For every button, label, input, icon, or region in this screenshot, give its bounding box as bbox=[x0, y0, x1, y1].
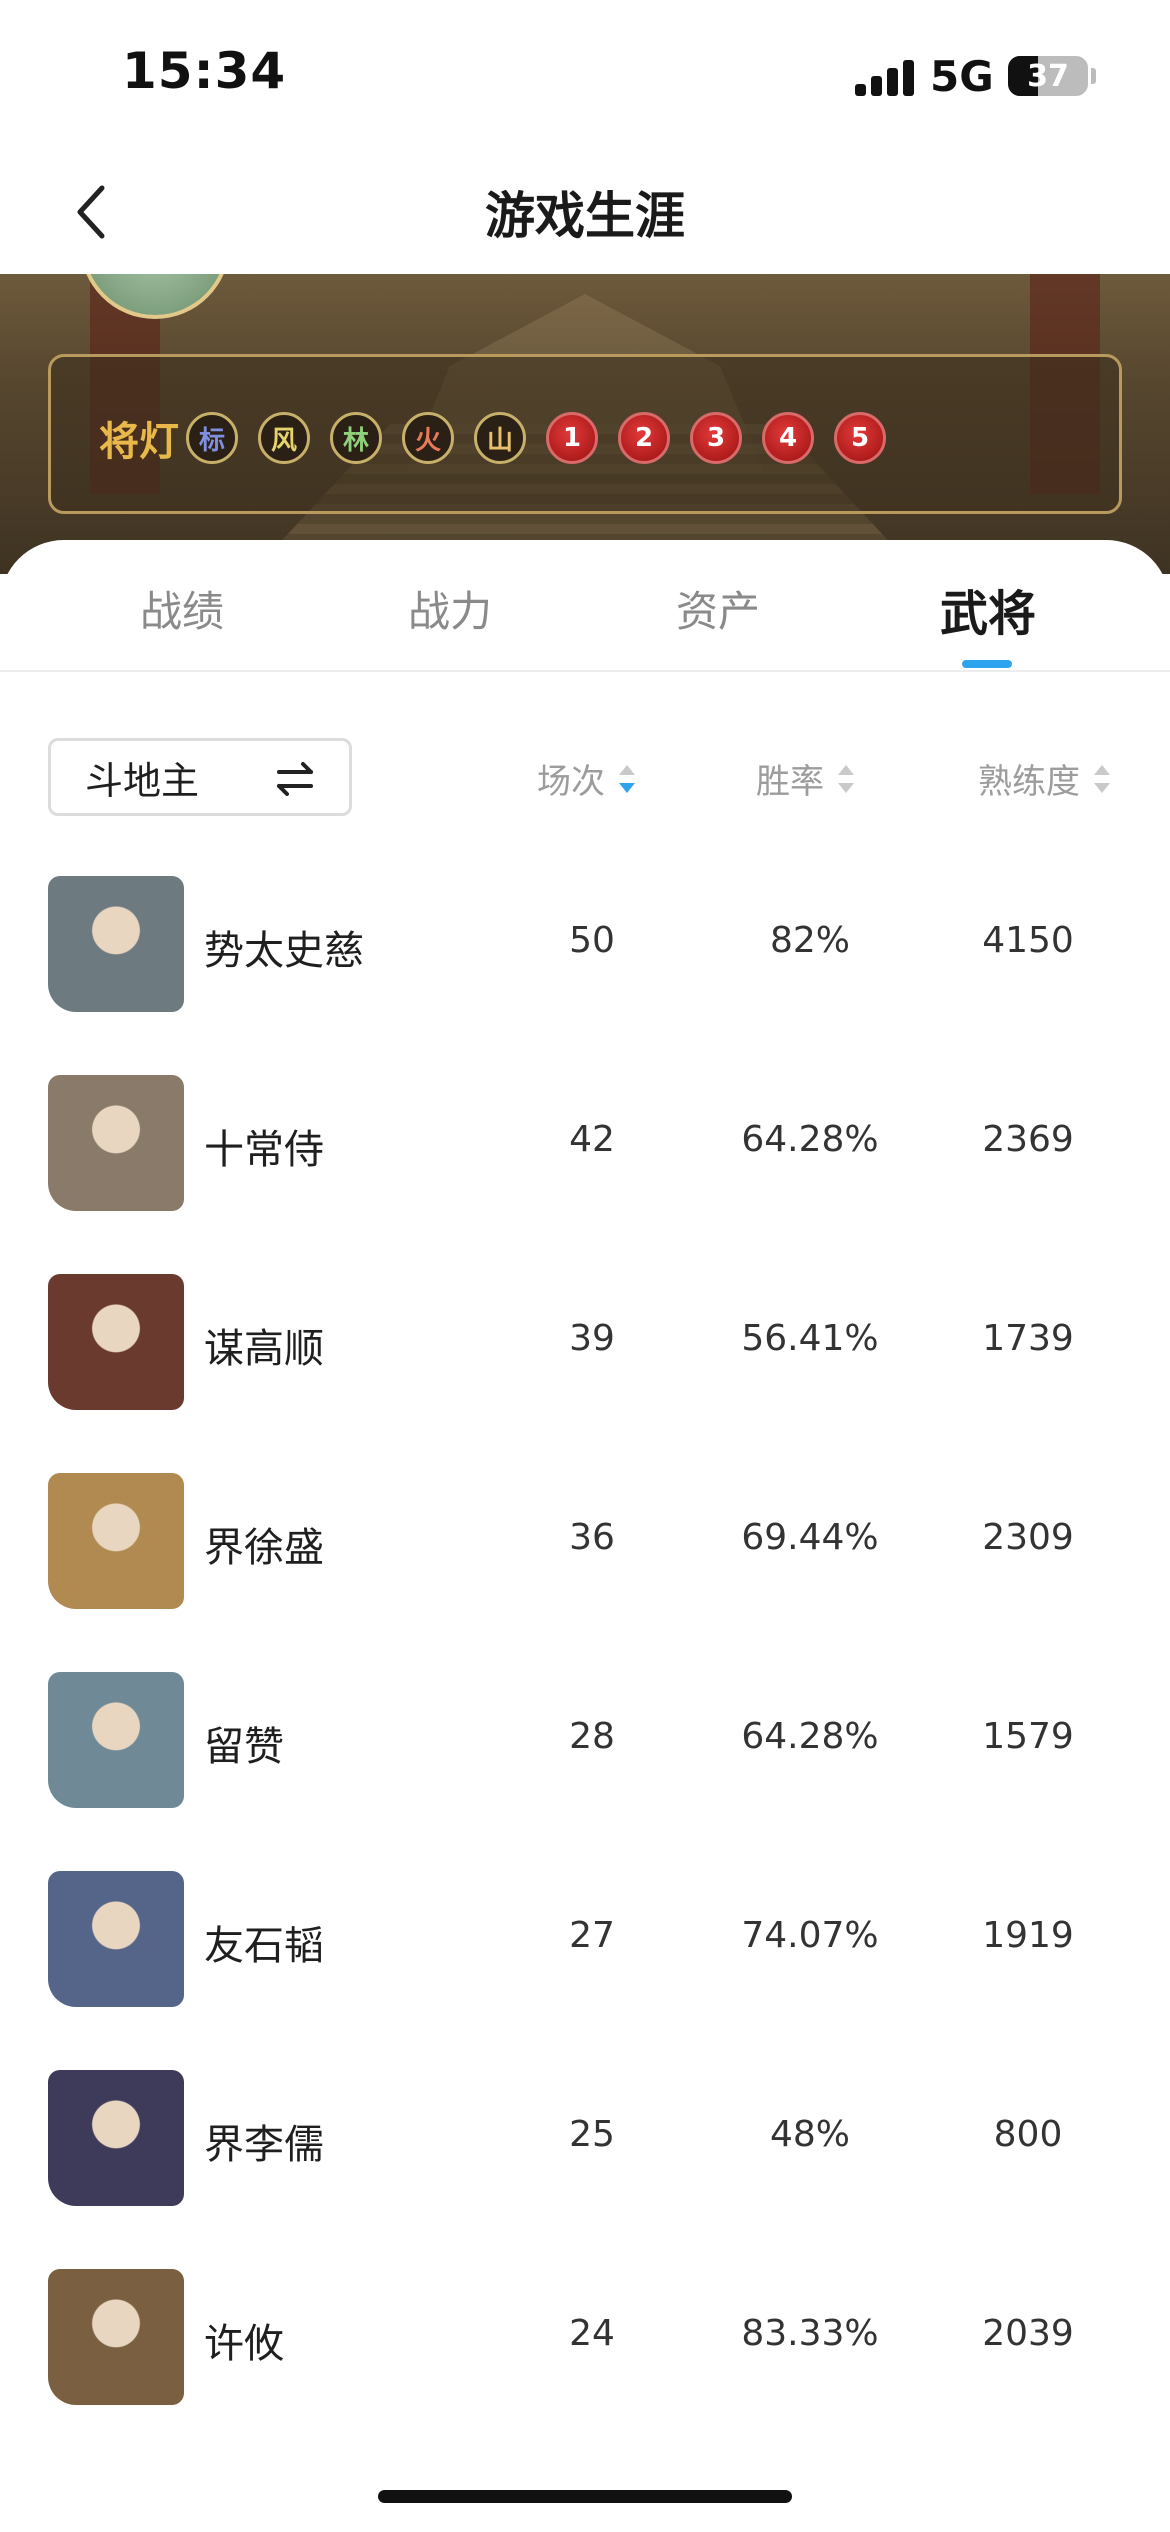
hero-row[interactable]: 界李儒 25 48% 800 bbox=[0, 2070, 1170, 2269]
mode-filter-label: 斗地主 bbox=[85, 758, 200, 803]
lamp-badge: 林 bbox=[330, 412, 382, 464]
hero-mastery: 1919 bbox=[982, 1915, 1074, 1956]
hero-name: 留赞 bbox=[204, 1724, 284, 1770]
hero-row[interactable]: 十常侍 42 64.28% 2369 bbox=[0, 1075, 1170, 1274]
hero-win-rate: 64.28% bbox=[741, 1119, 879, 1160]
hero-games: 36 bbox=[569, 1517, 615, 1558]
lamp-badge: 火 bbox=[402, 412, 454, 464]
hero-mastery: 2369 bbox=[982, 1119, 1074, 1160]
hero-mastery: 800 bbox=[993, 2114, 1063, 2155]
hero-win-rate: 69.44% bbox=[741, 1517, 879, 1558]
battery-icon: 37 bbox=[1008, 56, 1088, 96]
sort-icon bbox=[1094, 764, 1110, 793]
hero-row[interactable]: 许攸 24 83.33% 2039 bbox=[0, 2269, 1170, 2468]
hero-games: 27 bbox=[569, 1915, 615, 1956]
hero-win-rate: 83.33% bbox=[741, 2313, 879, 2354]
hero-mastery: 2039 bbox=[982, 2313, 1074, 2354]
hero-mastery: 1579 bbox=[982, 1716, 1074, 1757]
hero-name: 友石韬 bbox=[204, 1923, 324, 1969]
lamp-number-badge: 5 bbox=[834, 412, 886, 464]
hero-name: 许攸 bbox=[204, 2321, 284, 2367]
hero-mastery: 2309 bbox=[982, 1517, 1074, 1558]
hero-name: 谋高顺 bbox=[204, 1326, 324, 1372]
hero-portrait bbox=[48, 2070, 184, 2206]
sort-by-mastery[interactable]: 熟练度 bbox=[978, 754, 1112, 803]
hero-games: 24 bbox=[569, 2313, 615, 2354]
home-indicator bbox=[378, 2490, 792, 2503]
hero-name: 势太史慈 bbox=[204, 928, 364, 974]
column-header-rate: 胜率 bbox=[756, 762, 824, 802]
profile-banner: 将灯 标风林火山12345 bbox=[0, 274, 1170, 574]
tab-bar: 战绩 战力 资产 武将 bbox=[0, 540, 1170, 672]
mode-filter-button[interactable]: 斗地主 bbox=[48, 738, 352, 816]
hero-win-rate: 56.41% bbox=[741, 1318, 879, 1359]
lamp-number-badge: 4 bbox=[762, 412, 814, 464]
hero-mastery: 4150 bbox=[982, 920, 1074, 961]
hero-win-rate: 64.28% bbox=[741, 1716, 879, 1757]
content-card: 战绩 战力 资产 武将 斗地主 场次 胜率 熟练度 势太史慈 50 82% 41… bbox=[0, 540, 1170, 2532]
hero-row[interactable]: 友石韬 27 74.07% 1919 bbox=[0, 1871, 1170, 2070]
hero-row[interactable]: 界徐盛 36 69.44% 2309 bbox=[0, 1473, 1170, 1672]
hero-games: 39 bbox=[569, 1318, 615, 1359]
hero-portrait bbox=[48, 1274, 184, 1410]
hero-name: 界李儒 bbox=[204, 2122, 324, 2168]
hero-games: 28 bbox=[569, 1716, 615, 1757]
tab-assets[interactable]: 资产 bbox=[676, 578, 760, 639]
hero-win-rate: 82% bbox=[769, 920, 850, 961]
sort-by-rate[interactable]: 胜率 bbox=[756, 754, 856, 803]
lamp-badge: 标 bbox=[186, 412, 238, 464]
lamp-badge: 山 bbox=[474, 412, 526, 464]
status-bar: 15:34 5G 37 bbox=[0, 0, 1170, 150]
lamp-number-badge: 1 bbox=[546, 412, 598, 464]
page-title: 游戏生涯 bbox=[485, 187, 685, 245]
column-header-mastery: 熟练度 bbox=[978, 762, 1080, 802]
swap-icon bbox=[277, 762, 313, 796]
status-time: 15:34 bbox=[122, 42, 287, 100]
hero-row[interactable]: 谋高顺 39 56.41% 1739 bbox=[0, 1274, 1170, 1473]
hero-row[interactable]: 留赞 28 64.28% 1579 bbox=[0, 1672, 1170, 1871]
network-type: 5G bbox=[930, 52, 994, 101]
hero-row[interactable]: 势太史慈 50 82% 4150 bbox=[0, 876, 1170, 1075]
battery-level: 37 bbox=[1027, 58, 1069, 94]
hero-name: 界徐盛 bbox=[204, 1525, 324, 1571]
tab-active-indicator bbox=[962, 660, 1012, 668]
hero-games: 42 bbox=[569, 1119, 615, 1160]
signal-icon bbox=[855, 60, 915, 96]
hero-win-rate: 48% bbox=[769, 2114, 850, 2155]
lamp-number-badge: 2 bbox=[618, 412, 670, 464]
hero-portrait bbox=[48, 876, 184, 1012]
hero-games: 50 bbox=[569, 920, 615, 961]
tab-record[interactable]: 战绩 bbox=[140, 578, 224, 639]
hero-portrait bbox=[48, 1075, 184, 1211]
nav-bar: 游戏生涯 bbox=[0, 150, 1170, 274]
hero-portrait bbox=[48, 2269, 184, 2405]
hero-win-rate: 74.07% bbox=[741, 1915, 879, 1956]
sort-desc-icon bbox=[619, 764, 635, 793]
tab-power[interactable]: 战力 bbox=[408, 578, 492, 639]
hero-mastery: 1739 bbox=[982, 1318, 1074, 1359]
sort-icon bbox=[838, 764, 854, 793]
battery-nub bbox=[1091, 68, 1096, 84]
hero-games: 25 bbox=[569, 2114, 615, 2155]
sort-by-games[interactable]: 场次 bbox=[537, 754, 637, 803]
lamp-label: 将灯 bbox=[99, 419, 179, 465]
column-header-games: 场次 bbox=[537, 762, 605, 802]
lamp-badge: 风 bbox=[258, 412, 310, 464]
lamp-number-badge: 3 bbox=[690, 412, 742, 464]
hero-portrait bbox=[48, 1672, 184, 1808]
lamp-panel: 将灯 标风林火山12345 bbox=[48, 354, 1122, 514]
hero-portrait bbox=[48, 1473, 184, 1609]
hero-name: 十常侍 bbox=[204, 1127, 324, 1173]
tab-generals[interactable]: 武将 bbox=[940, 574, 1036, 644]
hero-portrait bbox=[48, 1871, 184, 2007]
